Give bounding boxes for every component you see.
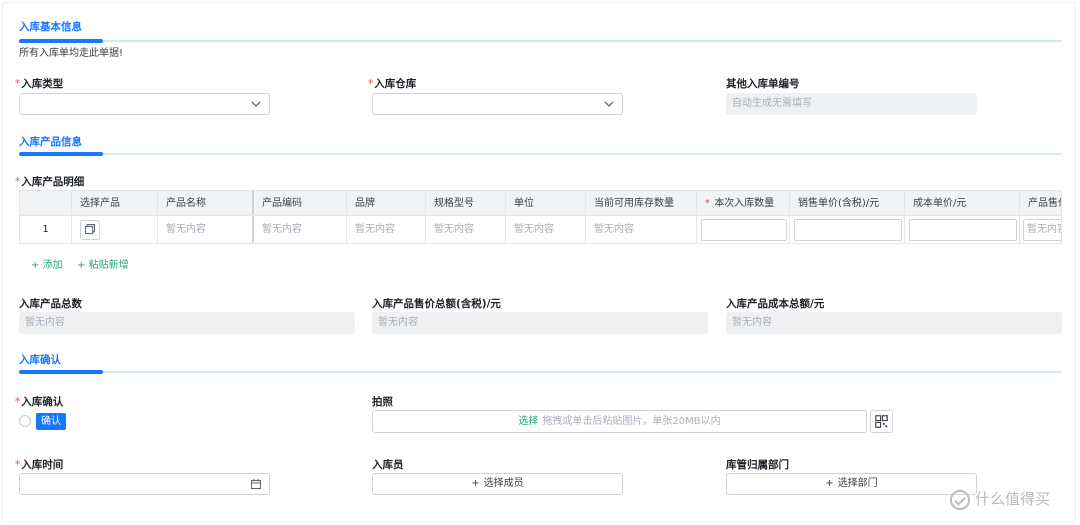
- plus-icon: +: [825, 478, 834, 489]
- table-row: 1 暂无内容 暂无内容 暂无内容 暂无内容 暂无内容 暂无内容 暂无内容: [20, 216, 1061, 243]
- row-index: 1: [20, 216, 72, 243]
- cell-brand: 暂无内容: [347, 216, 426, 243]
- plus-icon: +: [471, 478, 480, 489]
- field-label-dept: 库管归属部门: [726, 459, 789, 471]
- field-label-cost-total: 入库产品成本总额/元: [726, 298, 825, 310]
- cell-cost-price: [905, 216, 1020, 243]
- table-header: 选择产品 产品名称 产品编码 品牌 规格型号 单位 当前可用库存数量 * 本次入…: [20, 191, 1061, 216]
- column-header-unit: 单位: [506, 191, 586, 215]
- select-product-button[interactable]: [80, 220, 100, 240]
- time-picker[interactable]: [19, 473, 270, 495]
- field-label-type: *入库类型: [15, 78, 64, 90]
- plus-icon: +: [31, 260, 40, 271]
- upload-select-link[interactable]: 选择: [518, 416, 538, 427]
- confirm-radio[interactable]: [19, 415, 31, 427]
- column-header-cost-price: 成本单价/元: [905, 191, 1020, 215]
- form-container: [2, 2, 1076, 523]
- field-label-time: *入库时间: [15, 459, 64, 471]
- column-header-retail-price: 产品售价: [1020, 191, 1061, 215]
- cell-sale-price: [790, 216, 905, 243]
- retail-price-input[interactable]: 暂无内容: [1023, 219, 1061, 241]
- column-header-stock: 当前可用库存数量: [586, 191, 697, 215]
- product-picker-icon: [84, 224, 96, 235]
- cell-retail-price: 暂无内容: [1020, 216, 1061, 243]
- cost-price-input[interactable]: [909, 219, 1017, 241]
- confirm-tag[interactable]: 确认: [36, 413, 66, 430]
- cost-total-field: 暂无内容: [726, 312, 1062, 334]
- section-divider-basic: [19, 39, 1062, 43]
- warehouse-select[interactable]: [372, 93, 623, 115]
- cell-spec: 暂无内容: [426, 216, 506, 243]
- field-label-confirm: *入库确认: [15, 396, 64, 408]
- field-label-photo: 拍照: [372, 396, 393, 408]
- column-header-qty: * 本次入库数量: [697, 191, 790, 215]
- cell-stock: 暂无内容: [586, 216, 697, 243]
- watermark-logo-icon: [950, 489, 970, 510]
- type-select[interactable]: [19, 93, 270, 115]
- field-label-product-detail: *入库产品明细: [15, 176, 85, 188]
- field-label-sale-total: 入库产品售价总额(含税)/元: [372, 298, 501, 310]
- chevron-down-icon: [604, 101, 614, 107]
- upload-hint: 拖拽或单击后粘贴图片，单张20MB以内: [542, 416, 721, 427]
- calendar-icon: [251, 479, 261, 489]
- photo-upload-area[interactable]: 选择 拖拽或单击后粘贴图片，单张20MB以内: [372, 410, 867, 433]
- field-label-total-count: 入库产品总数: [19, 298, 82, 310]
- sale-price-input[interactable]: [794, 219, 902, 241]
- total-count-field: 暂无内容: [19, 312, 355, 334]
- product-table: 选择产品 产品名称 产品编码 品牌 规格型号 单位 当前可用库存数量 * 本次入…: [19, 190, 1062, 244]
- cell-code: 暂无内容: [254, 216, 347, 243]
- chevron-down-icon: [251, 101, 261, 107]
- cell-qty: [697, 216, 790, 243]
- plus-icon: +: [77, 260, 86, 271]
- column-header-brand: 品牌: [347, 191, 426, 215]
- select-member-button[interactable]: + 选择成员: [372, 473, 623, 495]
- column-header-spec: 规格型号: [426, 191, 506, 215]
- field-label-other-no: 其他入库单编号: [726, 78, 800, 90]
- section-divider-confirm: [19, 370, 1062, 374]
- column-header-select: 选择产品: [72, 191, 158, 215]
- field-label-warehouse: *入库仓库: [368, 78, 417, 90]
- other-no-field: 自动生成无需填写: [726, 93, 977, 115]
- field-label-staff: 入库员: [372, 459, 404, 471]
- cell-name: 暂无内容: [158, 216, 254, 243]
- watermark: 什么值得买: [950, 488, 1050, 510]
- qty-input[interactable]: [701, 219, 787, 241]
- section-title-products: 入库产品信息: [19, 136, 82, 148]
- sale-total-field: 暂无内容: [372, 312, 708, 334]
- column-header-name: 产品名称: [158, 191, 254, 215]
- form-hint: 所有入库单均走此单据!: [19, 48, 124, 59]
- select-product-cell: [72, 216, 158, 243]
- select-department-button[interactable]: + 选择部门: [726, 473, 977, 495]
- add-row-button[interactable]: + 添加: [31, 256, 63, 271]
- section-title-basic: 入库基本信息: [19, 21, 82, 33]
- paste-add-button[interactable]: + 粘贴新增: [77, 256, 129, 271]
- column-header-code: 产品编码: [254, 191, 347, 215]
- cell-unit: 暂无内容: [506, 216, 586, 243]
- section-divider-products: [19, 152, 1062, 156]
- section-title-confirm: 入库确认: [19, 354, 61, 366]
- column-header-sale-price: 销售单价(含税)/元: [790, 191, 905, 215]
- column-header-index: [20, 191, 72, 215]
- qr-code-icon: [875, 415, 888, 428]
- qr-code-button[interactable]: [870, 410, 893, 433]
